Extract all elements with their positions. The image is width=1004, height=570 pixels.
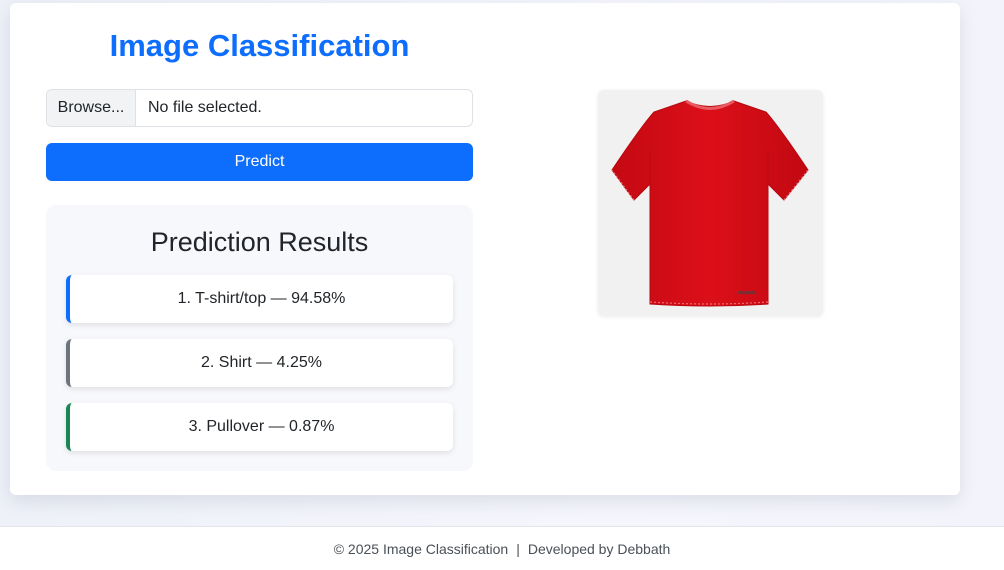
red-tshirt-image: [598, 90, 823, 316]
prediction-results-panel: Prediction Results 1. T-shirt/top — 94.5…: [46, 205, 473, 471]
result-item: 2. Shirt — 4.25%: [66, 339, 453, 387]
predict-button[interactable]: Predict: [46, 143, 473, 181]
result-item: 1. T-shirt/top — 94.58%: [66, 275, 453, 323]
file-status-text: No file selected.: [148, 99, 262, 116]
footer-separator: |: [516, 540, 520, 557]
footer-copyright: © 2025 Image Classification: [333, 540, 509, 557]
footer: © 2025 Image Classification | Developed …: [0, 526, 1004, 570]
browse-button[interactable]: Browse...: [47, 90, 136, 126]
results-heading: Prediction Results: [150, 227, 369, 257]
result-item: 3. Pullover — 0.87%: [66, 403, 453, 451]
file-input[interactable]: Browse... No file selected.: [46, 89, 473, 127]
image-preview: [598, 90, 823, 316]
page-title: Image Classification: [109, 28, 410, 63]
footer-credit: Developed by Debbath: [527, 540, 671, 557]
